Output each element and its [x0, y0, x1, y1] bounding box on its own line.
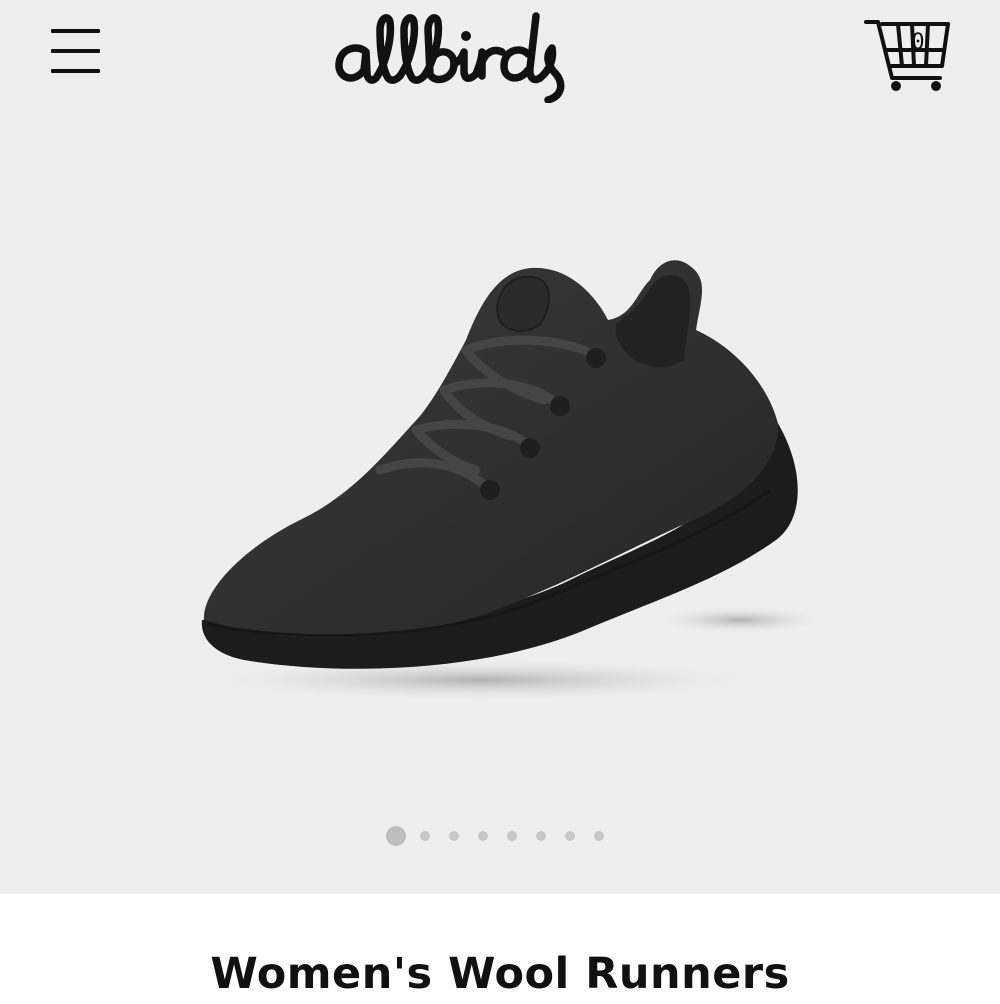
menu-button[interactable] [46, 22, 106, 80]
allbirds-logo-icon [335, 12, 565, 103]
cart-button[interactable]: 0 [862, 16, 952, 96]
carousel-dot-7[interactable] [565, 831, 575, 841]
shopping-cart-icon [864, 20, 950, 91]
carousel-dot-6[interactable] [536, 831, 546, 841]
logo-text: allbirds [330, 103, 331, 104]
sneaker-image [180, 260, 830, 702]
hamburger-menu-icon-middle [51, 49, 100, 53]
logo-i-dot [461, 31, 471, 41]
carousel-dot-8[interactable] [594, 831, 604, 841]
hamburger-menu-icon-top [51, 29, 100, 33]
carousel-dot-3[interactable] [449, 831, 459, 841]
allbirds-logo[interactable]: allbirds [330, 8, 650, 103]
carousel-dot-2[interactable] [420, 831, 430, 841]
product-title: Women's Wool Runners [210, 949, 790, 999]
carousel-pagination [386, 824, 623, 848]
carousel-dot-1[interactable] [386, 826, 406, 846]
product-hero: allbirds 0 [0, 0, 1000, 894]
hamburger-menu-icon-bottom [51, 69, 100, 73]
product-image[interactable] [180, 240, 830, 710]
carousel-dot-4[interactable] [478, 831, 488, 841]
carousel-dot-5[interactable] [507, 831, 517, 841]
cart-count-badge: 0 [911, 30, 925, 55]
